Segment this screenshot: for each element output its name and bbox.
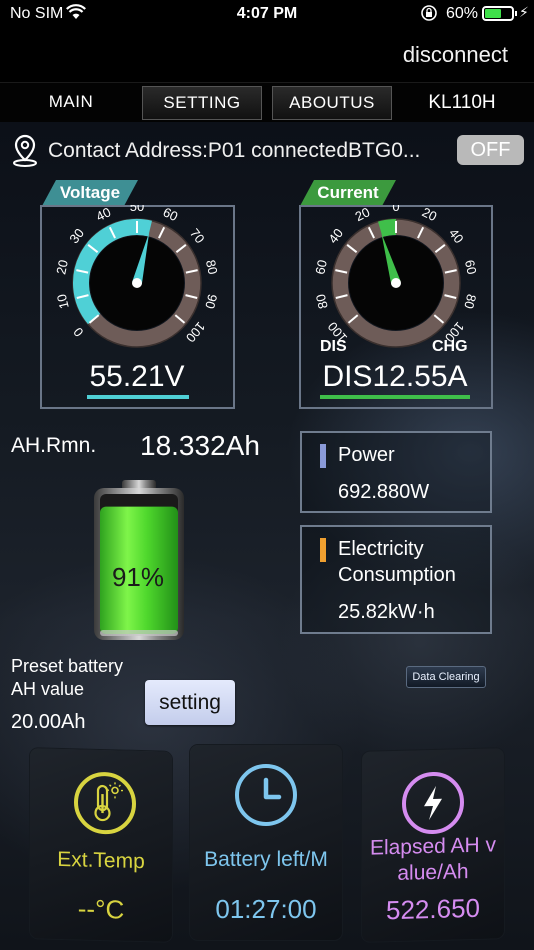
consumption-value: 25.82kW·h: [338, 601, 435, 623]
battery-tip: [515, 11, 517, 16]
gauge-hub: [391, 278, 401, 288]
preset-label-line1: Preset battery: [11, 656, 124, 676]
battery-fill: [485, 9, 501, 18]
voltage-gauge: 010203040 50 60708090100: [53, 205, 221, 348]
voltage-tag: Voltage: [42, 180, 138, 206]
consumption-title-line2: Consumption: [338, 564, 456, 586]
location-pin-icon: [13, 134, 37, 167]
ext-temp-label: Ext.Temp: [57, 847, 145, 874]
tab-bar: MAIN SETTING ABOUTUS KL110H: [0, 82, 534, 122]
setting-button[interactable]: setting: [145, 680, 235, 725]
gauge-scale-label: 50: [130, 205, 144, 214]
preset-label: Preset battery AH value: [11, 655, 123, 701]
gauge-scale-label: 80: [313, 293, 331, 311]
gauge-scale-label: 80: [203, 258, 221, 275]
voltage-underline: [87, 395, 189, 399]
gauge-scale-label: 20: [420, 205, 440, 224]
ah-remaining-value: 18.332Ah: [140, 430, 260, 461]
off-toggle-button[interactable]: OFF: [457, 135, 524, 165]
ext-temp-card[interactable]: Ext.Temp --°C: [30, 748, 172, 942]
ext-temp-value: --°C: [77, 893, 125, 925]
power-accent-bar: [320, 444, 326, 468]
gauge-scale-label: 0: [392, 205, 399, 214]
ah-remaining-label: AH.Rmn.: [11, 434, 97, 457]
elapsed-ah-label-line2: alue/Ah: [397, 860, 469, 885]
chg-label: CHG: [432, 338, 468, 355]
gauge-scale-label: 70: [187, 226, 208, 247]
contact-address: Contact Address:P01 connectedBTG0...: [48, 139, 421, 162]
battery-left-card[interactable]: Battery left/M 01:27:00: [190, 745, 342, 940]
gauge-scale-label: 60: [161, 205, 181, 224]
charging-bolt-icon: ⚡: [519, 4, 529, 20]
disconnect-button[interactable]: disconnect: [403, 42, 508, 68]
battery-percent-text: 91%: [111, 562, 165, 592]
power-box: Power 692.880W: [300, 431, 492, 513]
orientation-lock-icon: [421, 5, 437, 21]
data-clearing-button[interactable]: Data Clearing: [406, 666, 486, 688]
gauge-scale-label: 0: [70, 325, 86, 340]
gauge-scale-label: 90: [202, 293, 220, 311]
gauge-scale-label: 40: [446, 226, 467, 247]
gauge-scale-label: 30: [66, 226, 87, 247]
elapsed-ah-card[interactable]: Elapsed AH v alue/Ah 522.650: [362, 748, 504, 942]
power-title: Power: [338, 444, 395, 466]
current-underline: [320, 395, 470, 399]
battery-left-label: Battery left/M: [204, 848, 328, 871]
elapsed-ah-label-line1: Elapsed AH v: [369, 833, 497, 860]
clock-icon: [235, 764, 297, 826]
consumption-box: Electricity Consumption 25.82kW·h: [300, 525, 492, 634]
gauge-scale-label: 40: [94, 205, 114, 224]
consumption-title-line1: Electricity: [338, 538, 424, 560]
tab-main[interactable]: MAIN: [30, 86, 112, 120]
dis-label: DIS: [320, 338, 347, 355]
preset-label-line2: AH value: [11, 679, 85, 699]
gauge-scale-label: 40: [325, 226, 346, 247]
preset-value: 20.00Ah: [11, 711, 86, 733]
gauge-scale-label: 20: [53, 258, 71, 275]
gauge-scale-label: 60: [462, 258, 480, 275]
battery-icon: [482, 6, 514, 21]
elapsed-ah-value: 522.650: [386, 892, 480, 926]
gauge-scale-label: 20: [353, 205, 373, 224]
gauge-scale-label: 10: [54, 293, 72, 311]
gauge-scale-label: 80: [461, 293, 479, 311]
tab-setting[interactable]: SETTING: [142, 86, 262, 120]
lightning-icon: [402, 771, 464, 835]
battery-graphic: [94, 480, 184, 640]
battery-percent: 60%: [446, 5, 479, 22]
current-value: DIS12.55A: [322, 360, 468, 393]
gauge-active-arc: [378, 219, 397, 238]
thermometer-icon: [74, 771, 136, 835]
consumption-accent-bar: [320, 538, 326, 562]
voltage-value: 55.21V: [89, 360, 185, 393]
battery-left-value: 01:27:00: [215, 894, 317, 924]
device-model: KL110H: [428, 92, 496, 113]
power-value: 692.880W: [338, 481, 430, 503]
tab-aboutus[interactable]: ABOUTUS: [272, 86, 392, 120]
gauge-scale-label: 60: [312, 258, 330, 275]
gauge-hub: [132, 278, 142, 288]
status-bar: No SIM 4:07 PM 60% ⚡: [0, 0, 534, 30]
current-tag: Current: [300, 180, 396, 206]
